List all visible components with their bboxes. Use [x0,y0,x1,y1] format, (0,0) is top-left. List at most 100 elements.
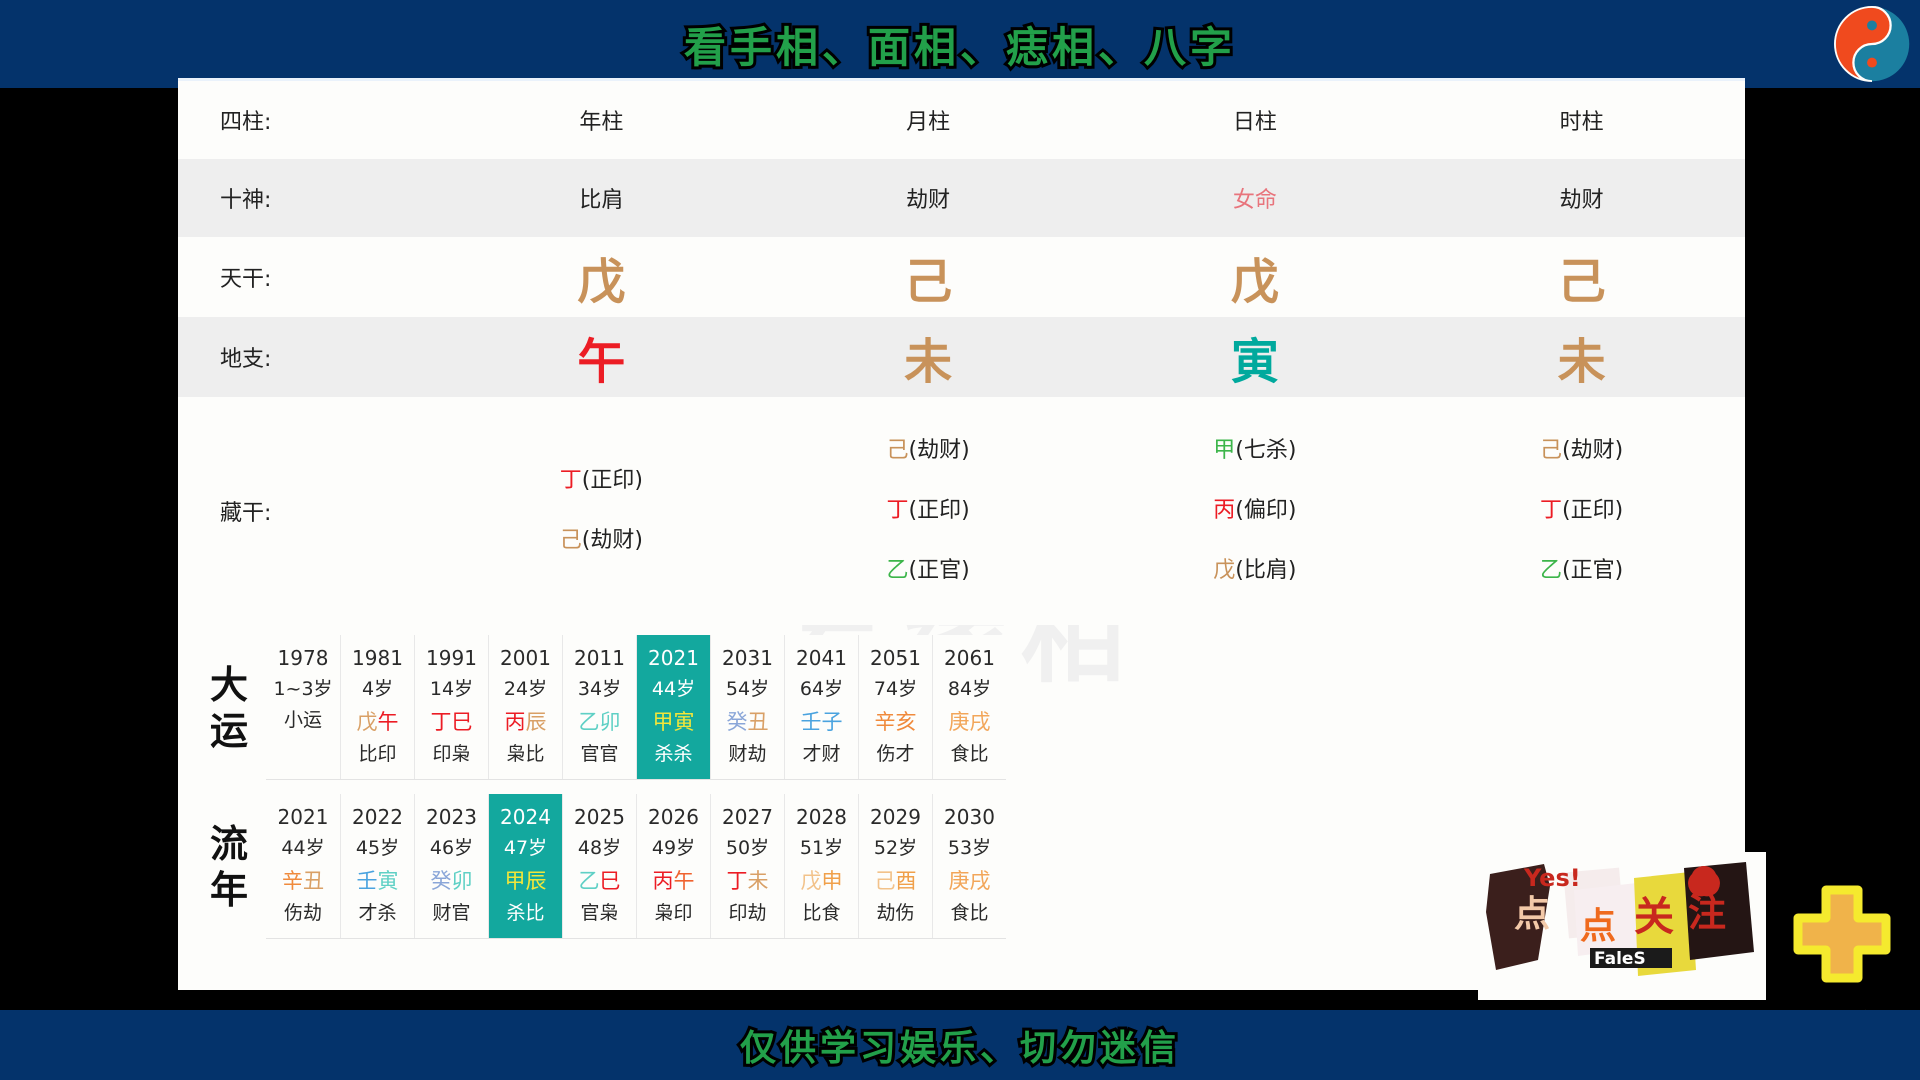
row-label-canggan: 藏干: [220,501,272,526]
dayun-grid: 1978 1~3岁 小运 1981 4岁 戊午 比印 1991 14岁 丁巳 印枭 2001 24岁 丙辰… [266,635,1006,780]
ganzhi-stem: 己 [874,869,896,893]
luck-cell[interactable]: 2026 49岁 丙午 枭印 [636,794,710,938]
row-label-sizhu: 四柱: [220,110,272,135]
luck-cell-year: 2025 [574,805,625,829]
luck-cell[interactable]: 2029 52岁 己酉 劫伤 [858,794,932,938]
luck-cell-ganzhi: 己酉 [859,864,932,898]
ganzhi-branch: 寅 [673,710,695,734]
ganzhi-stem: 戊 [356,710,378,734]
luck-cell-tenstar: 印枭 [432,743,471,765]
luck-cell-age: 49岁 [651,837,696,859]
luck-cell-age: 44岁 [281,837,325,859]
ganzhi-stem: 乙 [578,869,600,893]
luck-cell-ganzhi: 乙卯 [563,705,636,739]
cell-sizhu-year: 年柱 [579,110,624,135]
ganzhi-branch: 午 [673,869,695,893]
luck-cell-ganzhi: 庚戌 [933,705,1006,739]
luck-cell-ganzhi: 壬寅 [341,864,414,898]
luck-cell-year: 2022 [352,805,403,829]
luck-cell[interactable]: 1978 1~3岁 小运 [266,635,340,779]
table-row-dizhi: 地支: 午 未 寅 未 [178,317,1745,397]
table-row-sizhu: 四柱: 年柱 月柱 日柱 时柱 [178,81,1745,159]
hidden-stem-char: 己 [886,438,909,463]
row-label-dizhi: 地支: [220,347,272,372]
ganzhi-branch: 酉 [895,869,917,893]
luck-cell[interactable]: 1991 14岁 丁巳 印枭 [414,635,488,779]
luck-cell[interactable]: 2031 54岁 癸丑 财劫 [710,635,784,779]
ganzhi-branch: 子 [821,710,843,734]
luck-cell-tenstar: 才财 [802,743,841,765]
luck-cell-year: 2030 [944,805,995,829]
luck-cell-ganzhi: 辛丑 [266,864,340,898]
luck-cell[interactable]: 2025 48岁 乙巳 官枭 [562,794,636,938]
luck-cell-age: 53岁 [947,837,992,859]
luck-cell-tenstar: 比印 [358,743,397,765]
luck-cell[interactable]: 2001 24岁 丙辰 枭比 [488,635,562,779]
hidden-stem-char: 乙 [886,558,909,583]
luck-cell[interactable]: 1981 4岁 戊午 比印 [340,635,414,779]
luck-cell[interactable]: 2028 51岁 戊申 比食 [784,794,858,938]
top-banner: 看手相、面相、痣相、八字 [0,0,1920,88]
luck-cell-ganzhi: 庚戌 [933,864,1006,898]
luck-cell[interactable]: 2022 45岁壬寅才杀 [340,794,414,938]
luck-cell-tenstar: 小运 [283,709,322,731]
ganzhi-branch: 辰 [525,869,547,893]
luck-cell-age: 45岁 [355,837,400,859]
luck-cell[interactable]: 2027 50岁 丁未 印劫 [710,794,784,938]
table-row-canggan: 藏干: 丁(正印) 己(劫财) 己(劫财) 丁(正印) 乙(正官) 甲(七杀) 丙(偏印… [178,397,1745,625]
luck-cell[interactable]: 2023 46岁 癸卯 财官 [414,794,488,938]
plus-icon[interactable] [1782,880,1902,990]
cell-dizhi-year: 午 [577,334,626,390]
disclaimer-text: 仅供学习娱乐、切勿迷信 [737,1025,1180,1072]
luck-cell-ganzhi: 癸卯 [415,864,488,898]
ganzhi-branch: 亥 [895,710,917,734]
yin-yang-icon [1834,6,1910,82]
liunian-label: 流年 [209,821,248,912]
hidden-stem-entry: 乙(正官) [1418,541,1745,601]
luck-cell-age: 48岁 [577,837,622,859]
luck-cell[interactable]: 2011 34岁 乙卯 官官 [562,635,636,779]
cell-sizhu-month: 月柱 [906,110,951,135]
cell-sizhu-hour: 时柱 [1559,110,1604,135]
luck-cell-tenstar: 才杀 [358,902,397,924]
dayun-block: 大运 1978 1~3岁 小运 1981 4岁 戊午 比印 1991 14岁 丁巳 印枭 2001 24… [192,635,1745,780]
luck-cell-age: 52岁 [873,837,918,859]
ganzhi-branch: 辰 [525,710,547,734]
hidden-stem-char: 丁 [886,498,909,523]
luck-cell-ganzhi: 丁巳 [415,705,488,739]
luck-cell-ganzhi: 壬子 [785,705,858,739]
luck-cell-year: 2027 [722,805,773,829]
luck-cell[interactable]: 2051 74岁 辛亥 伤才 [858,635,932,779]
luck-cell-year: 2029 [870,805,921,829]
liunian-block: 流年 2021 44岁 辛丑 伤劫 2022 45岁 壬寅 才杀 2023 46岁 癸卯 财官 2024… [192,794,1745,939]
luck-cell[interactable]: 2024 47岁 甲辰 杀比 [488,794,562,938]
luck-cell-age: 51岁 [799,837,844,859]
cell-shishen-hour: 劫财 [1559,188,1604,213]
cell-sizhu-day: 日柱 [1232,110,1277,135]
luck-cell-year: 2021 [277,805,329,829]
luck-cell[interactable]: 2061 84岁 庚戌 食比 [932,635,1006,779]
luck-cell-tenstar: 伤才 [876,743,915,765]
luck-cell-age: 54岁 [725,678,770,700]
ganzhi-stem: 癸 [430,869,452,893]
cell-shishen-month: 劫财 [906,188,951,213]
dayun-label: 大运 [209,662,248,753]
svg-text:FaleS: FaleS [1594,949,1646,969]
luck-cell-ganzhi: 辛亥 [859,705,932,739]
luck-cell-ganzhi: 丙午 [637,864,710,898]
luck-cell-tenstar: 财官 [432,902,471,924]
ganzhi-stem: 甲 [504,869,526,893]
page-title: 看手相、面相、痣相、八字 [681,20,1236,75]
luck-cell-year: 2001 [500,646,551,670]
ganzhi-branch: 戌 [969,710,991,734]
luck-cell-age: 74岁 [873,678,918,700]
luck-cell[interactable]: 2021 44岁 辛丑 伤劫 [266,794,340,938]
luck-cell-year: 2011 [574,646,625,670]
luck-cell[interactable]: 2021 44岁 甲寅 杀杀 [636,635,710,779]
ganzhi-stem: 庚 [948,710,970,734]
luck-cell[interactable]: 2030 53岁 庚戌 食比 [932,794,1006,938]
hidden-stem-char: 丁 [559,468,582,493]
luck-cell[interactable]: 2041 64岁 壬子 才财 [784,635,858,779]
table-row-tiangan: 天干: 戊 己 戊 己 [178,237,1745,317]
cell-canggan-year: 丁(正印) 己(劫财) [438,397,765,625]
